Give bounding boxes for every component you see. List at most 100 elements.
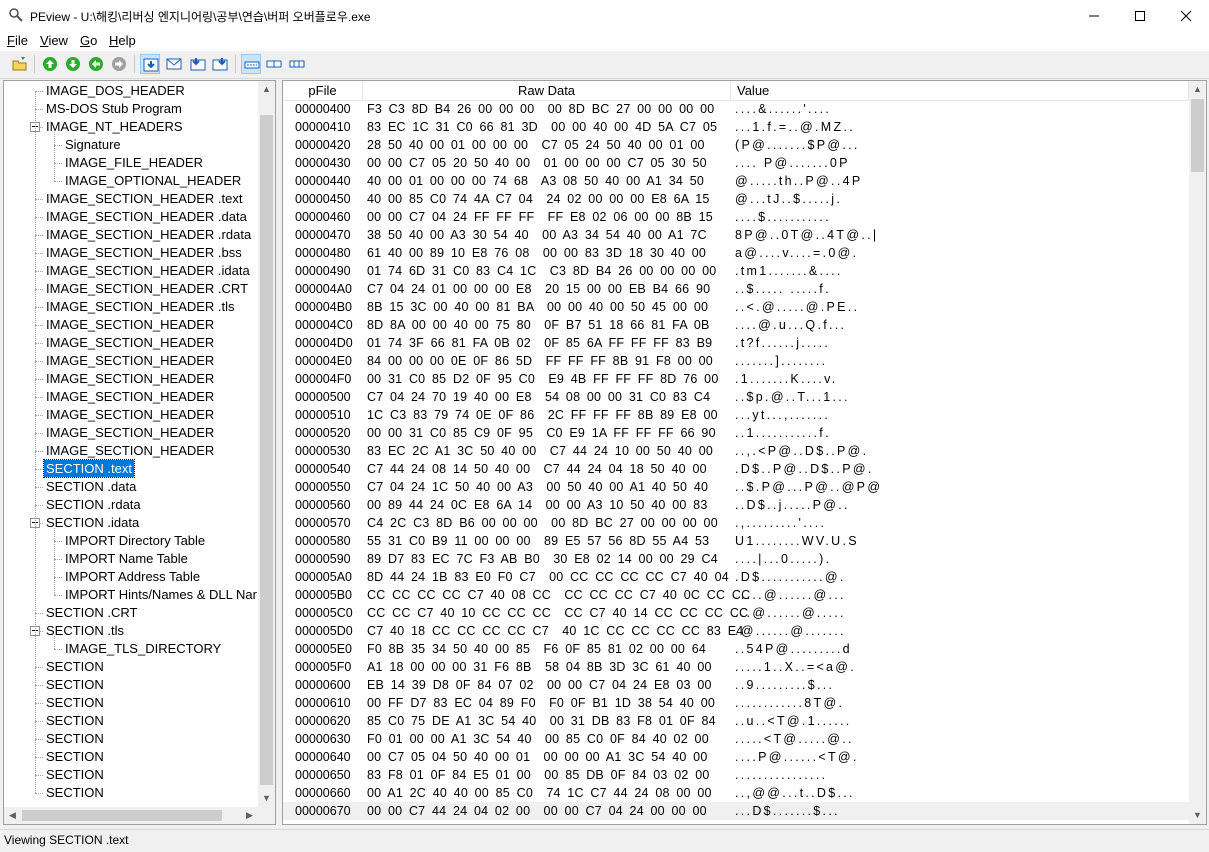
hex-row[interactable]: 00000500 C7 04 24 70 19 40 00 E8 54 08 00… <box>283 388 1189 406</box>
tree-item[interactable]: SECTION <box>44 730 106 747</box>
hex-row[interactable]: 000004D0 01 74 3F 66 81 FA 0B 02 0F 85 6A… <box>283 334 1189 352</box>
open-button[interactable] <box>10 54 30 74</box>
tree-item[interactable]: SECTION <box>44 694 106 711</box>
hex-row[interactable]: 00000460 00 00 C7 04 24 FF FF FF FF E8 02… <box>283 208 1189 226</box>
tree-item[interactable]: IMAGE_SECTION_HEADER <box>44 334 216 351</box>
hex-row[interactable]: 00000530 83 EC 2C A1 3C 50 40 00 C7 44 24… <box>283 442 1189 460</box>
tree-item[interactable]: SECTION <box>44 712 106 729</box>
menu-view[interactable]: View <box>40 33 68 48</box>
tree-item[interactable]: MS-DOS Stub Program <box>44 100 184 117</box>
view-list-button[interactable] <box>241 54 261 74</box>
hex-row[interactable]: 00000550 C7 04 24 1C 50 40 00 A3 00 50 40… <box>283 478 1189 496</box>
tree-item[interactable]: Signature <box>63 136 123 153</box>
scroll-down-arrow-icon[interactable]: ▼ <box>258 790 275 807</box>
tree-item[interactable]: IMPORT Directory Table <box>63 532 207 549</box>
view-mail-button[interactable] <box>164 54 184 74</box>
tree-item[interactable]: SECTION <box>44 658 106 675</box>
section-tree[interactable]: IMAGE_DOS_HEADER MS-DOS Stub Program IMAGE… <box>3 80 276 825</box>
hex-row[interactable]: 00000560 00 89 44 24 0C E8 6A 14 00 00 A3… <box>283 496 1189 514</box>
minimize-button[interactable] <box>1071 0 1117 31</box>
hex-view[interactable]: pFile Raw Data Value 00000400 F3 C3 8D B4… <box>282 80 1207 825</box>
hex-row[interactable]: 00000580 55 31 C0 B9 11 00 00 00 89 E5 57… <box>283 532 1189 550</box>
tree-item[interactable]: SECTION <box>44 766 106 783</box>
hex-row[interactable]: 00000610 00 FF D7 83 EC 04 89 F0 F0 0F B1… <box>283 694 1189 712</box>
hex-row[interactable]: 00000670 00 00 C7 44 24 04 02 00 00 00 C7… <box>283 802 1189 820</box>
hex-row[interactable]: 00000600 EB 14 39 D8 0F 84 07 02 00 00 C7… <box>283 676 1189 694</box>
menu-go[interactable]: Go <box>80 33 97 48</box>
tree-item[interactable]: IMAGE_SECTION_HEADER <box>44 316 216 333</box>
up-button[interactable] <box>86 54 106 74</box>
tree-item[interactable]: SECTION .idata <box>44 514 141 531</box>
scroll-left-arrow-icon[interactable]: ◀ <box>4 807 21 824</box>
tree-item[interactable]: IMAGE_OPTIONAL_HEADER <box>63 172 243 189</box>
hex-row[interactable]: 00000570 C4 2C C3 8D B6 00 00 00 00 8D BC… <box>283 514 1189 532</box>
hex-row[interactable]: 000004B0 8B 15 3C 00 40 00 81 BA 00 00 40… <box>283 298 1189 316</box>
tree-item[interactable]: SECTION .tls <box>44 622 126 639</box>
hex-row[interactable]: 00000480 61 40 00 89 10 E8 76 08 00 00 83… <box>283 244 1189 262</box>
forward-button[interactable] <box>63 54 83 74</box>
maximize-button[interactable] <box>1117 0 1163 31</box>
tree-item[interactable]: IMAGE_SECTION_HEADER .text <box>44 190 245 207</box>
tree-item[interactable]: IMAGE_SECTION_HEADER <box>44 406 216 423</box>
hex-row[interactable]: 000005C0 CC CC C7 40 10 CC CC CC CC C7 40… <box>283 604 1189 622</box>
tree-item[interactable]: IMPORT Hints/Names & DLL Nar <box>63 586 259 603</box>
scroll-right-arrow-icon[interactable]: ▶ <box>241 807 258 824</box>
tree-item[interactable]: IMAGE_NT_HEADERS <box>44 118 185 135</box>
tree-item[interactable]: SECTION <box>44 748 106 765</box>
hex-row[interactable]: 00000510 1C C3 83 79 74 0E 0F 86 2C FF FF… <box>283 406 1189 424</box>
hex-row[interactable]: 00000410 83 EC 1C 31 C0 66 81 3D 00 00 40… <box>283 118 1189 136</box>
tree-item[interactable]: IMAGE_SECTION_HEADER <box>44 370 216 387</box>
scroll-up-arrow-icon[interactable]: ▲ <box>258 81 275 98</box>
hex-row[interactable]: 000005E0 F0 8B 35 34 50 40 00 85 F6 0F 85… <box>283 640 1189 658</box>
hex-row[interactable]: 00000400 F3 C3 8D B4 26 00 00 00 00 8D BC… <box>283 100 1189 118</box>
column-raw-data[interactable]: Raw Data <box>363 81 731 100</box>
hex-row[interactable]: 00000490 01 74 6D 31 C0 83 C4 1C C3 8D B4… <box>283 262 1189 280</box>
hex-row[interactable]: 00000420 28 50 40 00 01 00 00 00 C7 05 24… <box>283 136 1189 154</box>
tree-item[interactable]: SECTION .data <box>44 478 138 495</box>
hex-scroll-thumb[interactable] <box>1191 99 1204 172</box>
down-button[interactable] <box>109 54 129 74</box>
hex-row[interactable]: 00000430 00 00 C7 05 20 50 40 00 01 00 00… <box>283 154 1189 172</box>
tree-item[interactable]: IMAGE_SECTION_HEADER <box>44 424 216 441</box>
close-button[interactable] <box>1163 0 1209 31</box>
menu-file[interactable]: File <box>7 33 28 48</box>
view-columns-button[interactable] <box>264 54 284 74</box>
view-hex-button[interactable] <box>140 54 160 74</box>
tree-horizontal-scrollbar[interactable]: ◀ ▶ <box>4 807 258 824</box>
hex-row[interactable]: 000004A0 C7 04 24 01 00 00 00 E8 20 15 00… <box>283 280 1189 298</box>
hex-row[interactable]: 00000660 00 A1 2C 40 40 00 85 C0 74 1C C7… <box>283 784 1189 802</box>
view-import-button[interactable] <box>210 54 230 74</box>
tree-item[interactable]: IMAGE_FILE_HEADER <box>63 154 205 171</box>
view-details-button[interactable] <box>287 54 307 74</box>
column-pfile[interactable]: pFile <box>283 81 363 100</box>
hex-row[interactable]: 00000520 00 00 31 C0 85 C9 0F 95 C0 E9 1A… <box>283 424 1189 442</box>
tree-scroll-thumb[interactable] <box>260 115 273 785</box>
tree-item[interactable]: IMAGE_SECTION_HEADER .idata <box>44 262 252 279</box>
hex-row[interactable]: 00000440 40 00 01 00 00 00 74 68 A3 08 50… <box>283 172 1189 190</box>
column-value[interactable]: Value <box>731 81 1189 100</box>
menu-help[interactable]: Help <box>109 33 136 48</box>
tree-item[interactable]: SECTION .CRT <box>44 604 140 621</box>
hex-row[interactable]: 000005D0 C7 40 18 CC CC CC CC C7 40 1C CC… <box>283 622 1189 640</box>
tree-item[interactable]: SECTION .text <box>43 459 135 478</box>
tree-item[interactable]: IMAGE_SECTION_HEADER .bss <box>44 244 244 261</box>
tree-item[interactable]: SECTION <box>44 784 106 801</box>
view-export-button[interactable] <box>188 54 208 74</box>
hex-row[interactable]: 00000470 38 50 40 00 A3 30 54 40 00 A3 34… <box>283 226 1189 244</box>
tree-item[interactable]: IMAGE_SECTION_HEADER .data <box>44 208 249 225</box>
hex-row[interactable]: 00000540 C7 44 24 08 14 50 40 00 C7 44 24… <box>283 460 1189 478</box>
hex-row[interactable]: 00000640 00 C7 05 04 50 40 00 01 00 00 00… <box>283 748 1189 766</box>
tree-item[interactable]: IMAGE_SECTION_HEADER .tls <box>44 298 237 315</box>
tree-item[interactable]: IMPORT Name Table <box>63 550 190 567</box>
tree-item[interactable]: SECTION .rdata <box>44 496 143 513</box>
back-button[interactable] <box>40 54 60 74</box>
hex-row[interactable]: 000005A0 8D 44 24 1B 83 E0 F0 C7 00 CC CC… <box>283 568 1189 586</box>
hex-vertical-scrollbar[interactable]: ▲ ▼ <box>1189 81 1206 824</box>
hex-row[interactable]: 000004C0 8D 8A 00 00 40 00 75 80 0F B7 51… <box>283 316 1189 334</box>
hex-row[interactable]: 00000630 F0 01 00 00 A1 3C 54 40 00 85 C0… <box>283 730 1189 748</box>
tree-item[interactable]: SECTION <box>44 676 106 693</box>
tree-item[interactable]: IMAGE_TLS_DIRECTORY <box>63 640 223 657</box>
tree-item[interactable]: IMAGE_DOS_HEADER <box>44 82 187 99</box>
hex-row[interactable]: 00000590 89 D7 83 EC 7C F3 AB B0 30 E8 02… <box>283 550 1189 568</box>
hex-row[interactable]: 00000650 83 F8 01 0F 84 E5 01 00 00 85 DB… <box>283 766 1189 784</box>
